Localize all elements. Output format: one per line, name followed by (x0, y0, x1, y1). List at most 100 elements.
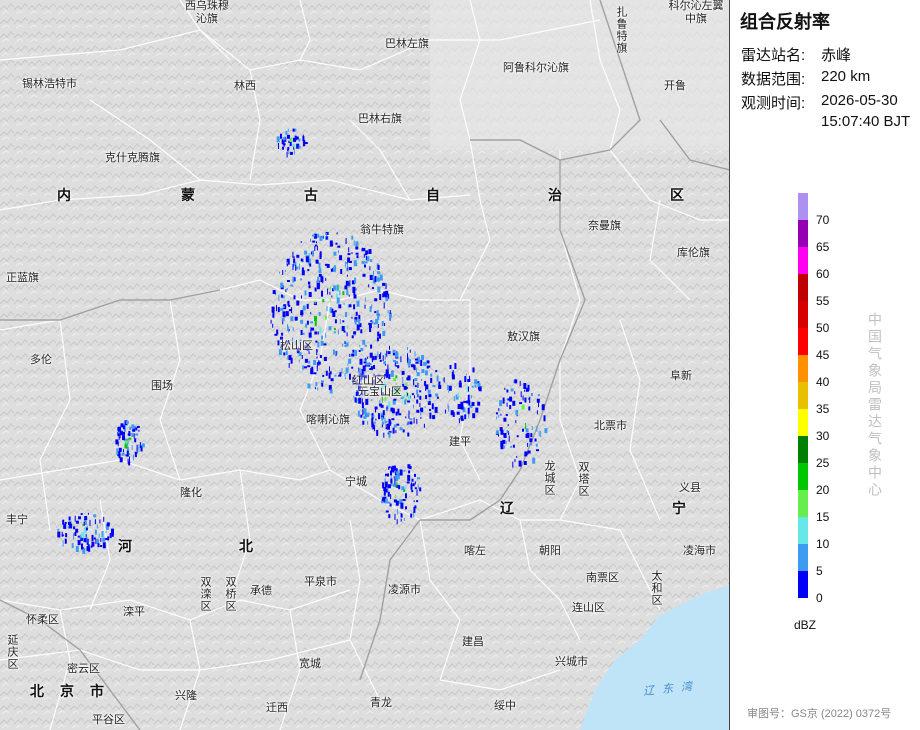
radar-echo-pixel (369, 266, 371, 271)
radar-echo-pixel (276, 136, 280, 143)
radar-echo-pixel (370, 344, 373, 349)
radar-echo-pixel (381, 321, 384, 326)
radar-echo-pixel (365, 253, 367, 256)
radar-echo-pixel (388, 514, 391, 519)
radar-echo-pixel (423, 423, 425, 428)
radar-echo-pixel (424, 370, 428, 376)
radar-echo-pixel (536, 410, 538, 415)
time-label: 观测时间: (741, 95, 806, 112)
radar-echo-pixel (353, 395, 355, 398)
radar-echo-pixel (369, 275, 373, 280)
radar-echo-pixel (536, 449, 539, 452)
radar-echo-pixel (125, 420, 129, 424)
legend-swatch (798, 463, 808, 490)
radar-echo-pixel (381, 416, 384, 421)
radar-echo-pixel (338, 374, 342, 377)
radar-echo-pixel (319, 235, 323, 241)
radar-echo-pixel (84, 516, 88, 520)
radar-echo-pixel (387, 491, 390, 497)
radar-echo-pixel (344, 285, 348, 290)
radar-echo-pixel (522, 395, 524, 401)
radar-echo-pixel (386, 350, 388, 357)
radar-echo-pixel (138, 444, 140, 449)
radar-echo-pixel (98, 533, 100, 538)
radar-echo-pixel (468, 400, 471, 406)
radar-echo-pixel (325, 370, 328, 376)
legend-swatch (798, 544, 808, 571)
radar-echo-pixel (409, 418, 413, 421)
radar-echo-pixel (300, 330, 303, 335)
radar-echo-pixel (430, 373, 433, 377)
radar-echo-pixel (525, 423, 527, 429)
radar-echo-pixel (300, 278, 303, 281)
radar-echo-pixel (421, 379, 422, 381)
radar-echo-pixel (340, 269, 343, 274)
radar-echo-pixel (435, 370, 438, 373)
radar-echo-pixel (138, 429, 140, 432)
radar-echo-pixel (510, 445, 513, 448)
radar-echo-pixel (282, 146, 284, 150)
radar-echo-pixel (407, 395, 410, 400)
radar-echo-pixel (357, 410, 360, 417)
radar-echo-pixel (359, 344, 361, 347)
place-label: 南票区 (586, 572, 619, 584)
radar-echo-pixel (118, 436, 120, 440)
radar-echo-pixel (475, 407, 479, 413)
radar-echo-pixel (438, 381, 441, 387)
radar-echo-pixel (368, 412, 370, 417)
radar-echo-pixel (287, 147, 290, 150)
radar-echo-pixel (277, 307, 280, 313)
radar-echo-pixel (281, 318, 285, 322)
radar-echo-pixel (435, 393, 439, 397)
radar-echo-pixel (85, 527, 88, 531)
radar-echo-pixel (367, 356, 369, 359)
radar-echo-pixel (377, 286, 381, 293)
radar-echo-pixel (425, 395, 428, 399)
place-label: 宁城 (345, 476, 367, 488)
radar-echo-pixel (315, 382, 318, 386)
radar-echo-pixel (442, 378, 444, 382)
radar-echo-pixel (369, 326, 372, 333)
radar-echo-pixel (321, 335, 324, 340)
radar-echo-pixel (75, 528, 79, 533)
radar-echo-pixel (347, 266, 349, 272)
radar-echo-pixel (361, 398, 363, 404)
place-label: 承德 (250, 585, 272, 597)
province-char: 辽 (500, 500, 514, 516)
legend-tick-label: 35 (816, 402, 830, 416)
radar-echo-pixel (505, 414, 508, 416)
radar-echo-pixel (379, 403, 383, 407)
radar-echo-pixel (393, 353, 395, 356)
radar-echo-pixel (335, 351, 337, 357)
radar-echo-pixel (286, 288, 288, 291)
radar-echo-pixel (347, 257, 351, 263)
radar-echo-pixel (391, 418, 395, 421)
radar-echo-pixel (528, 397, 530, 400)
radar-echo-pixel (345, 240, 347, 244)
radar-echo-pixel (465, 373, 467, 376)
radar-echo-pixel (419, 395, 422, 400)
radar-echo-pixel (405, 398, 407, 401)
place-label: 林西 (234, 80, 256, 92)
radar-echo-pixel (121, 430, 123, 434)
radar-echo-pixel (540, 431, 542, 438)
radar-echo-pixel (87, 512, 89, 515)
radar-echo-pixel (408, 466, 412, 469)
legend-tick-label: 20 (816, 483, 830, 497)
place-label: 敖汉旗 (507, 331, 540, 343)
radar-echo-pixel (304, 142, 308, 144)
radar-echo-pixel (411, 393, 414, 396)
radar-echo-pixel (300, 258, 303, 262)
radar-echo-pixel (368, 249, 372, 254)
radar-echo-pixel (448, 390, 449, 393)
radar-echo-pixel (349, 280, 351, 287)
radar-echo-pixel (385, 427, 388, 430)
place-label: 喀左 (464, 545, 486, 557)
radar-echo-pixel (436, 396, 439, 399)
radar-echo-pixel (513, 380, 515, 383)
radar-echo-pixel (414, 378, 418, 381)
approval-number: 审图号：GS京 (2022) 0372号 (747, 708, 892, 720)
place-label: 隆化 (180, 487, 202, 499)
radar-echo-pixel (469, 375, 471, 380)
radar-echo-pixel (347, 305, 349, 310)
